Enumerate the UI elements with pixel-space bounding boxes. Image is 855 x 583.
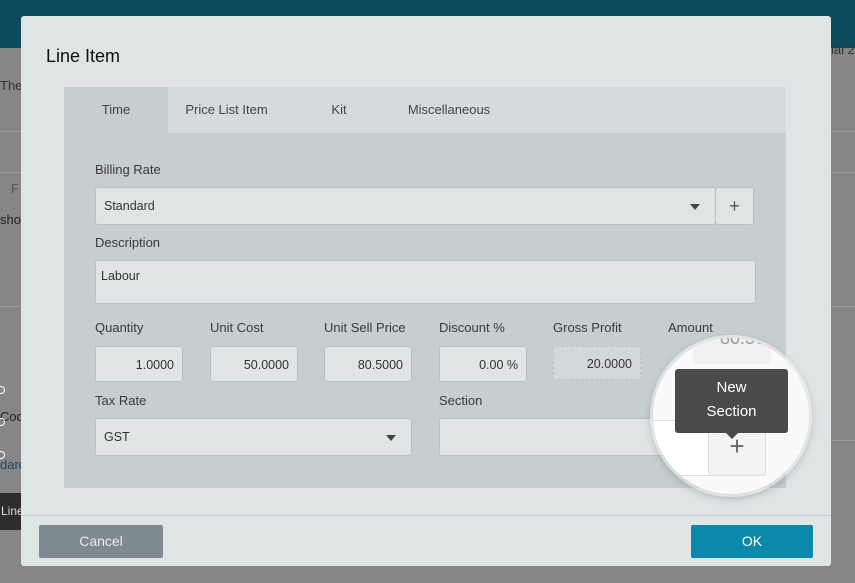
cancel-button[interactable]: Cancel xyxy=(39,525,163,558)
tab-kit[interactable]: Kit xyxy=(314,87,364,133)
bg-text-fragment: dard xyxy=(0,457,21,472)
gross-profit-value: 20.0000 xyxy=(586,357,632,371)
bg-divider xyxy=(831,172,855,173)
new-section-tooltip: New Section xyxy=(675,369,788,433)
amount-label: Amount xyxy=(668,320,713,335)
tooltip-arrow xyxy=(726,433,738,439)
gross-profit-field: 20.0000 xyxy=(553,346,641,380)
bg-text-fragment: The xyxy=(0,78,21,93)
plus-icon: + xyxy=(729,196,740,216)
discount-label: Discount % xyxy=(439,320,505,335)
description-label: Description xyxy=(95,235,161,250)
discount-value: 0.00 % xyxy=(479,358,518,372)
bg-text-fragment: shov xyxy=(0,212,21,227)
bg-divider xyxy=(831,306,855,307)
bg-divider xyxy=(831,131,855,132)
unit-cost-value: 50.0000 xyxy=(243,358,289,372)
tax-rate-value: GST xyxy=(104,430,130,444)
discount-field[interactable]: 0.00 % xyxy=(439,346,527,382)
tab-miscellaneous[interactable]: Miscellaneous xyxy=(398,87,500,133)
bg-text-fragment: F xyxy=(11,181,19,196)
unit-sell-price-label: Unit Sell Price xyxy=(324,320,406,335)
chevron-down-icon xyxy=(690,204,700,210)
tax-rate-label: Tax Rate xyxy=(95,393,147,408)
section-label: Section xyxy=(439,393,483,408)
description-value: Labour xyxy=(101,269,140,283)
unit-cost-field[interactable]: 50.0000 xyxy=(210,346,298,382)
tooltip-line: Section xyxy=(706,403,757,420)
tax-rate-select[interactable]: GST xyxy=(95,418,412,456)
billing-rate-label: Billing Rate xyxy=(95,162,161,177)
footer-divider xyxy=(21,515,831,516)
unit-sell-price-value: 80.5000 xyxy=(357,358,403,372)
gross-profit-label: Gross Profit xyxy=(553,320,622,335)
billing-rate-value: Standard xyxy=(104,199,155,213)
bg-divider xyxy=(0,306,21,307)
unit-sell-price-field[interactable]: 80.5000 xyxy=(324,346,412,382)
bg-divider xyxy=(0,131,21,132)
bg-divider xyxy=(831,440,855,441)
amount-field: 80.50 xyxy=(693,338,771,364)
ok-button[interactable]: OK xyxy=(691,525,813,558)
unit-cost-label: Unit Cost xyxy=(210,320,264,335)
quantity-value: 1.0000 xyxy=(135,358,174,372)
quantity-label: Quantity xyxy=(95,320,144,335)
tab-bar: Time Price List Item Kit Miscellaneous xyxy=(64,87,786,133)
quantity-field[interactable]: 1.0000 xyxy=(95,346,183,382)
tab-time[interactable]: Time xyxy=(64,87,168,133)
bg-line-button: Line xyxy=(0,493,21,530)
tooltip-line: New xyxy=(716,379,747,396)
section-input[interactable] xyxy=(439,418,669,456)
modal-title: Line Item xyxy=(46,46,121,66)
amount-value: 80.50 xyxy=(719,338,765,348)
chevron-down-icon xyxy=(386,435,396,441)
tab-price-list-item[interactable]: Price List Item xyxy=(168,87,285,133)
bg-divider xyxy=(0,172,21,173)
description-field[interactable]: Labour xyxy=(95,260,756,304)
bg-text-fragment: ial 2 xyxy=(831,42,855,57)
billing-rate-select[interactable]: Standard xyxy=(95,187,716,225)
add-billing-rate-button[interactable]: + xyxy=(715,187,754,225)
